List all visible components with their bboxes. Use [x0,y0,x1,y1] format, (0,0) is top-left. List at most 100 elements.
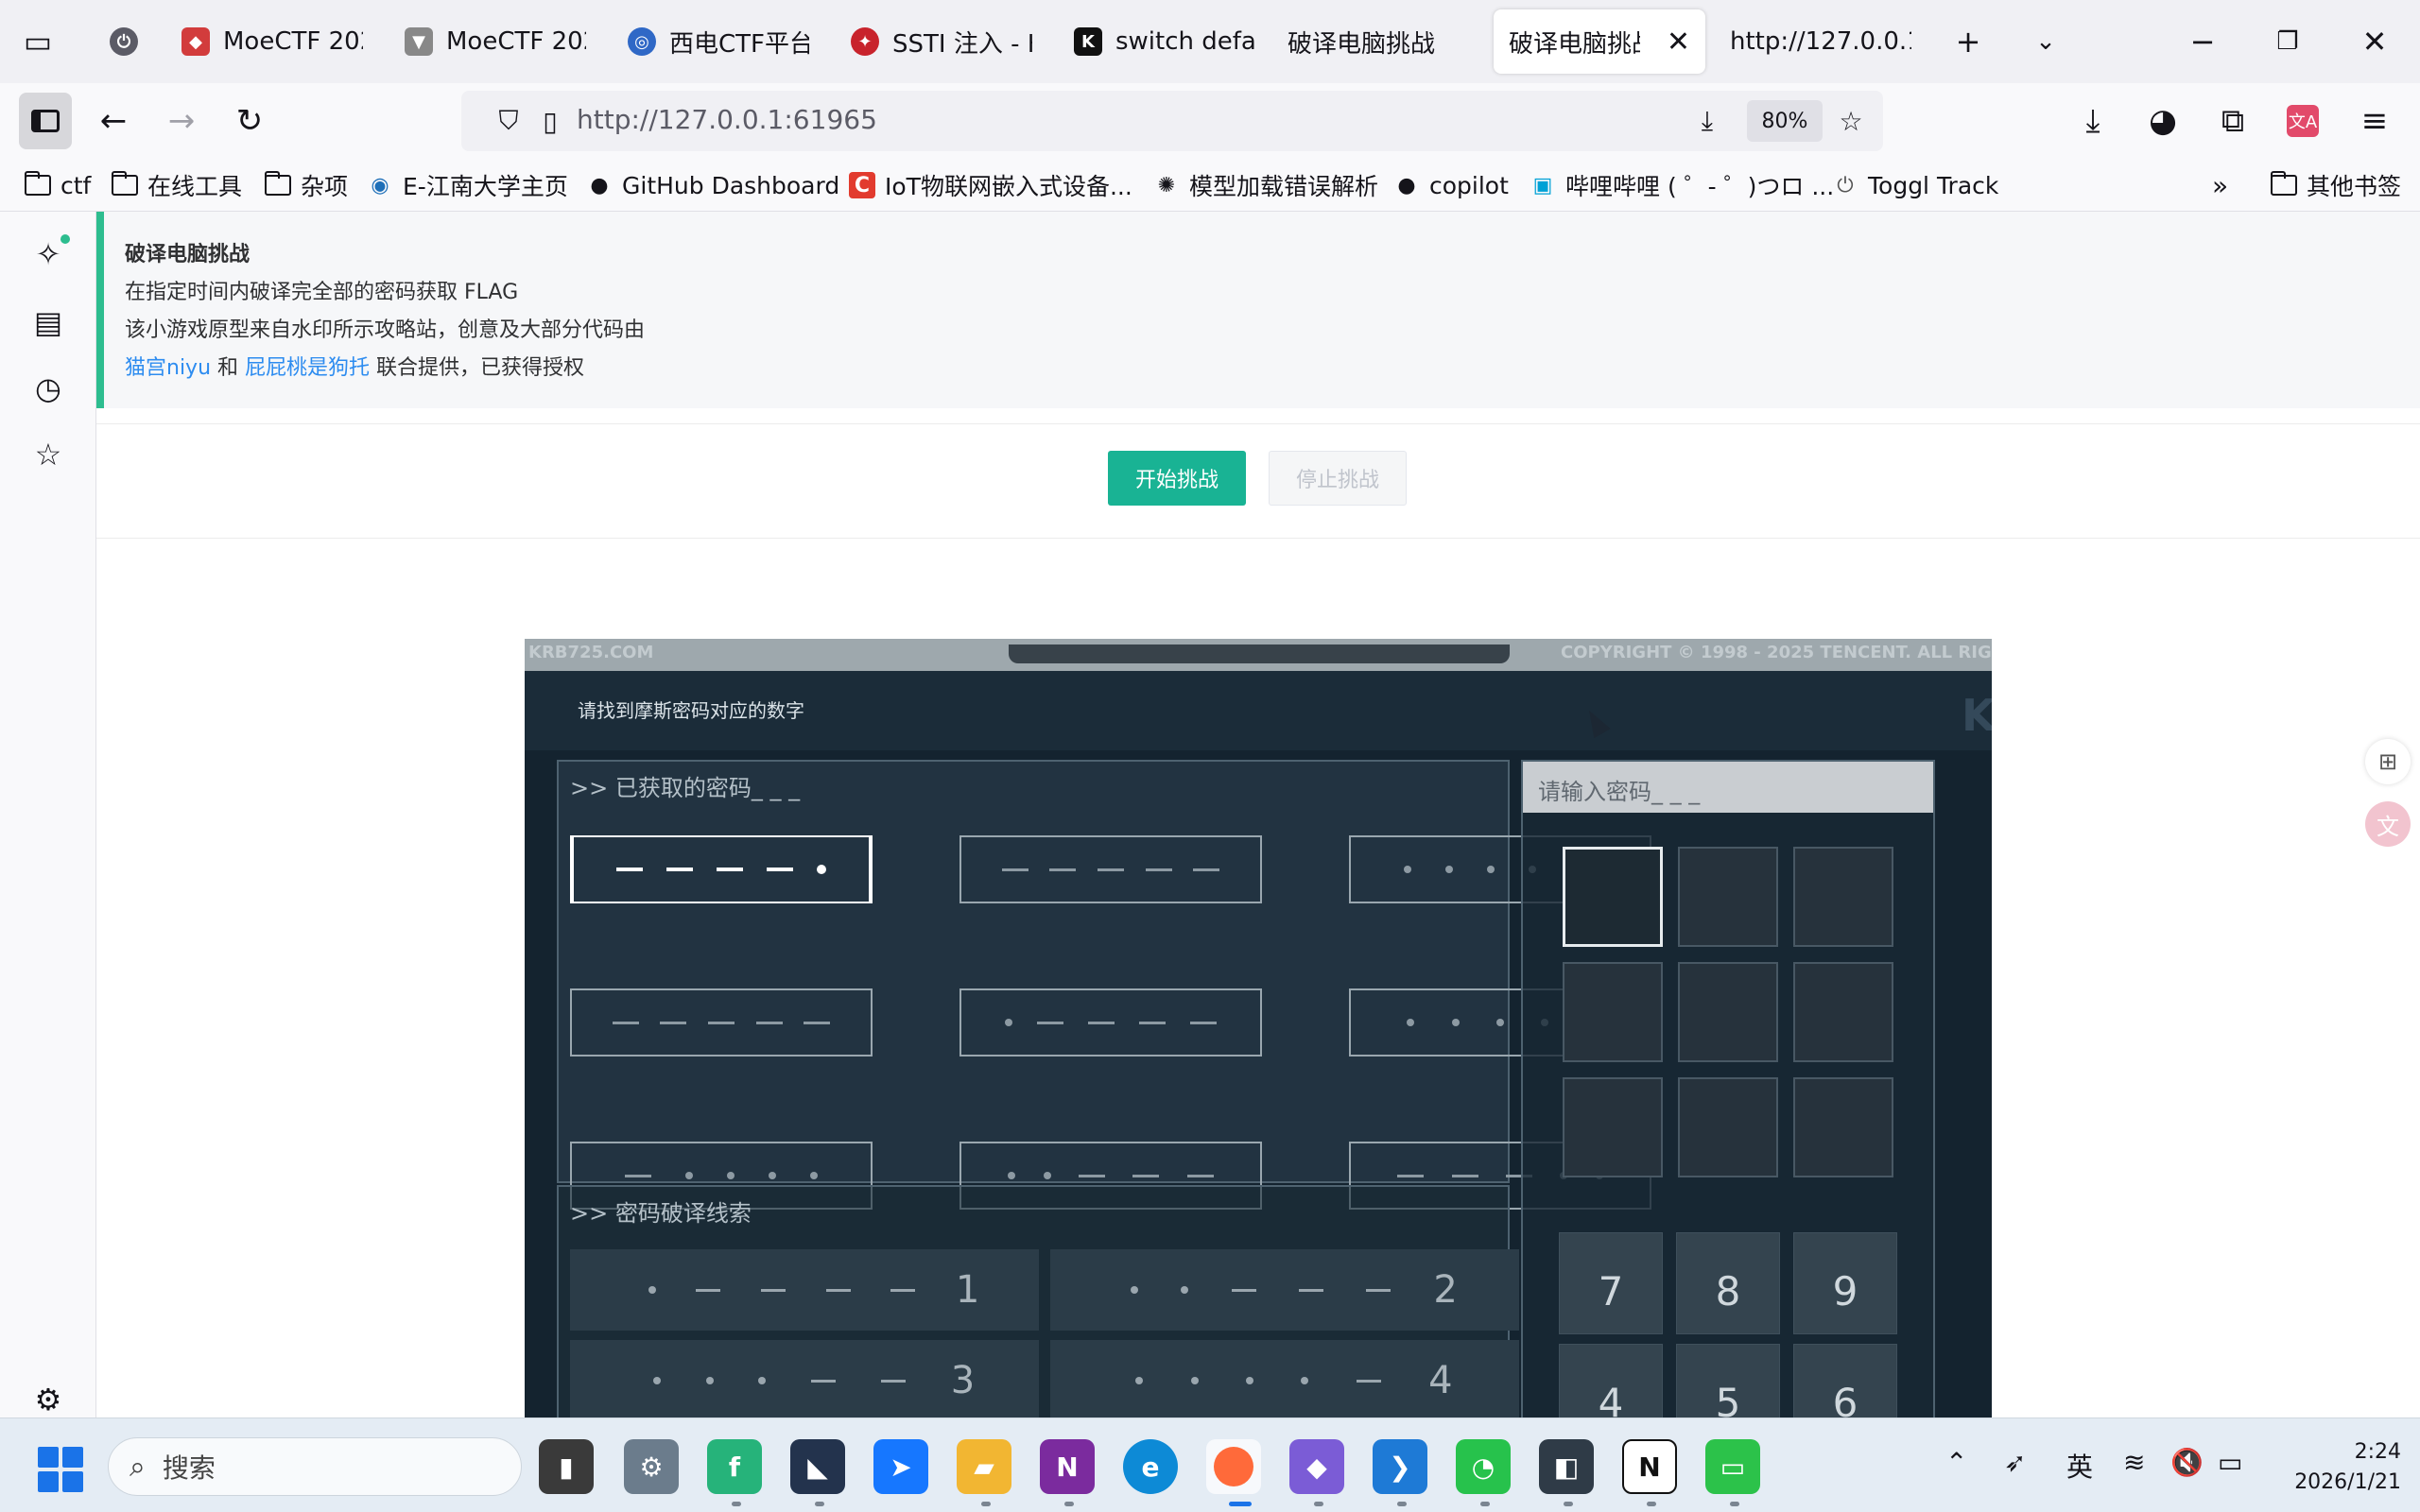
keypad-button-5[interactable]: 5 [1676,1344,1780,1418]
password-slot-7[interactable] [1563,1077,1663,1177]
sidebar-settings-gear-icon[interactable]: ⚙ [26,1378,70,1421]
tab-6-active[interactable]: 破译电脑挑战 ✕ [1494,9,1705,74]
bookmark-toggl[interactable]: ⏻ Toggl Track [1832,166,1998,204]
keypad-button-4[interactable]: 4 [1559,1344,1663,1418]
bookmark-tools[interactable]: 在线工具 [112,166,242,204]
tab-4[interactable]: K switch defau [1059,9,1270,74]
tab-0[interactable]: ◆ MoeCTF 202 [166,9,378,74]
stop-challenge-button[interactable]: 停止挑战 [1269,451,1407,506]
bookmark-model-error[interactable]: ✺ 模型加载错误解析 [1153,166,1378,204]
synced-tabs-icon[interactable]: ▤ [26,301,70,344]
terminal-app-icon[interactable]: ◧ [1539,1439,1594,1494]
bookmark-other[interactable]: 其他书签 [2271,166,2401,204]
keypad-button-7[interactable]: 7 [1559,1232,1663,1334]
extensions-icon[interactable]: ⧉ [2206,96,2259,146]
obtained-code-2[interactable] [959,835,1262,903]
password-slot-6[interactable] [1793,962,1893,1062]
wechat-icon[interactable]: ◔ [1456,1439,1511,1494]
settings-gear-app-icon[interactable]: ⚙ [624,1439,679,1494]
bookmark-jiangnan[interactable]: ◉ E-江南大学主页 [367,166,567,204]
bookmarks-star-icon[interactable]: ☆ [26,433,70,476]
obtained-code-4[interactable] [570,988,873,1057]
tab-overview-icon[interactable]: ▭ [15,19,60,64]
new-tab-icon[interactable]: + [1945,19,1991,64]
page-icon[interactable]: ▯ [531,102,569,140]
onenote-icon[interactable]: N [1040,1439,1095,1494]
wifi-icon[interactable]: ≋ [2123,1447,2145,1478]
url-text[interactable]: http://127.0.0.1:61965 [577,104,877,135]
save-page-icon[interactable]: ⤓ [1688,102,1726,140]
edge-icon[interactable]: e [1123,1439,1178,1494]
account-icon[interactable]: ◕ [2136,96,2189,146]
app-green-icon[interactable]: f [707,1439,762,1494]
list-tabs-chevron-icon[interactable]: ⌄ [2023,19,2068,64]
tab-1[interactable]: ▼ MoeCTF 202 [389,9,601,74]
start-challenge-button[interactable]: 开始挑战 [1108,451,1246,506]
reload-icon[interactable]: ↻ [223,96,276,146]
restore-icon[interactable]: ❐ [2265,19,2310,64]
grid-float-icon[interactable]: ⊞ [2365,739,2411,784]
author-link-2[interactable]: 屁屁桃是狗托 [245,356,370,380]
password-slot-3[interactable] [1793,847,1893,947]
password-slot-2[interactable] [1678,847,1778,947]
moectf-icon: ◆ [182,27,210,56]
keypad-button-8[interactable]: 8 [1676,1232,1780,1334]
keypad-button-9[interactable]: 9 [1793,1232,1897,1334]
sidebar-toggle-icon[interactable] [19,93,72,149]
ime-indicator[interactable]: 英 [2066,1447,2093,1485]
windows-start-icon[interactable] [38,1447,83,1492]
zoom-level[interactable]: 80% [1747,100,1823,142]
forward-icon[interactable]: → [155,96,208,146]
translate-float-icon[interactable]: 文 [2365,801,2411,847]
tab-2[interactable]: ◎ 西电CTF平台- [613,9,824,74]
bookmark-star-icon[interactable]: ☆ [1832,102,1870,140]
cat-app-icon[interactable]: ◣ [790,1439,845,1494]
password-slot-9[interactable] [1793,1077,1893,1177]
close-window-icon[interactable]: ✕ [2352,19,2397,64]
tab-7[interactable]: http://127.0.0.1:6 [1715,9,1927,74]
menu-icon[interactable]: ≡ [2348,96,2401,146]
battery-icon[interactable]: ▭ [2218,1447,2242,1478]
obtained-code-1[interactable] [570,835,873,903]
translate-extension-icon[interactable]: 文A [2276,96,2329,146]
tray-chevron-up-icon[interactable]: ⌃ [1945,1447,1967,1478]
bookmark-bilibili[interactable]: ▣ 哔哩哔哩 ( ゜- ゜)つロ ... [1530,166,1835,204]
history-icon[interactable]: ◷ [26,367,70,410]
tray-app-icon[interactable]: ➶ [2004,1447,2026,1478]
task-view-icon[interactable]: ▮ [539,1439,594,1494]
bookmark-github-dashboard[interactable]: ● GitHub Dashboard [586,166,839,204]
minimize-icon[interactable]: − [2180,19,2225,64]
bookmark-copilot[interactable]: ● copilot [1393,166,1509,204]
pinned-tab[interactable]: ⏻ [95,9,151,74]
password-slot-4[interactable] [1563,962,1663,1062]
tab-5[interactable]: 破译电脑挑战 [1272,9,1480,74]
back-icon[interactable]: ← [87,96,140,146]
feishu-icon[interactable]: ➤ [873,1439,928,1494]
password-slot-5[interactable] [1678,962,1778,1062]
clock[interactable]: 2:24 2026/1/21 [2278,1437,2401,1498]
author-link-1[interactable]: 猫宫niyu [125,356,211,380]
bookmark-ctf[interactable]: ctf [25,166,91,204]
more-bookmarks-chevron-icon[interactable]: » [2212,166,2228,204]
password-slot-1[interactable] [1563,847,1663,947]
url-bar[interactable]: ⛉ ▯ http://127.0.0.1:61965 ⤓ 80% ☆ [461,91,1883,151]
tab-3[interactable]: ✦ SSTI 注入 - H [836,9,1047,74]
file-explorer-icon[interactable]: ▰ [957,1439,1011,1494]
volume-muted-icon[interactable]: 🔇 [2170,1447,2204,1478]
close-tab-icon[interactable]: ✕ [1667,26,1690,59]
notion-icon[interactable]: N [1622,1439,1677,1494]
firefox-icon[interactable] [1206,1439,1261,1494]
bookmark-misc[interactable]: 杂项 [265,166,348,204]
shield-icon[interactable]: ⛉ [490,102,527,140]
obsidian-icon[interactable]: ◆ [1289,1439,1344,1494]
ai-sparkle-icon[interactable]: ✧ [26,232,70,276]
downloads-icon[interactable]: ⤓ [2066,96,2119,146]
chat-app-icon[interactable]: ▭ [1705,1439,1760,1494]
running-indicator [1730,1502,1739,1506]
obtained-code-5[interactable] [959,988,1262,1057]
bookmark-iot[interactable]: C IoT物联网嵌入式设备... [849,166,1132,204]
keypad-button-6[interactable]: 6 [1793,1344,1897,1418]
taskbar-search[interactable]: ⌕ 搜索 [108,1437,522,1496]
password-slot-8[interactable] [1678,1077,1778,1177]
vscode-icon[interactable]: ❯ [1373,1439,1427,1494]
